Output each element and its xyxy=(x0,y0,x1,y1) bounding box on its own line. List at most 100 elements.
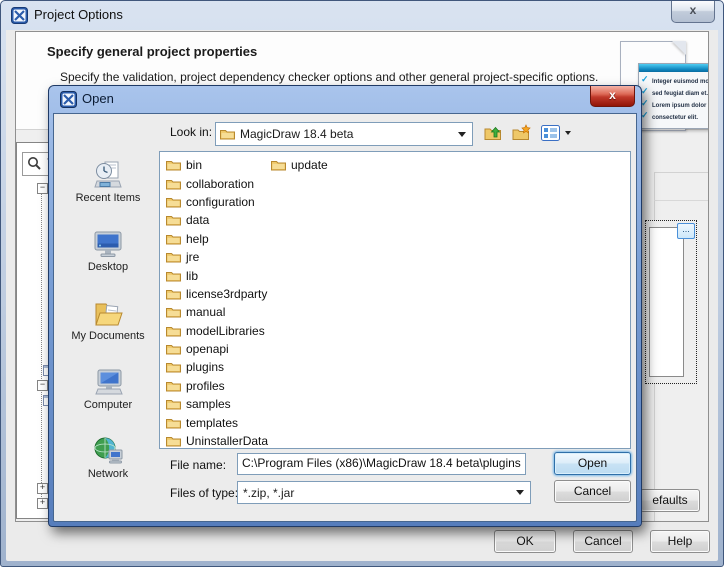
folder-icon xyxy=(166,271,181,282)
folder-item[interactable]: configuration xyxy=(163,193,258,211)
ok-button[interactable]: OK xyxy=(494,530,556,553)
file-name-input[interactable]: C:\Program Files (x86)\MagicDraw 18.4 be… xyxy=(237,453,526,475)
folder-item[interactable]: data xyxy=(163,211,212,229)
browse-ellipsis-button[interactable]: ... xyxy=(677,223,695,239)
folder-item[interactable]: openapi xyxy=(163,340,232,358)
folder-icon xyxy=(166,197,181,208)
sidebar-item-recent-items[interactable]: Recent Items xyxy=(60,150,156,219)
files-of-type-combobox[interactable]: *.zip, *.jar xyxy=(237,481,531,504)
look-in-label: Look in: xyxy=(170,125,213,139)
sidebar-item-desktop[interactable]: Desktop xyxy=(60,219,156,288)
chevron-down-icon xyxy=(516,490,524,495)
magicdraw-app-icon xyxy=(11,7,28,24)
folder-item[interactable]: lib xyxy=(163,266,201,284)
project-options-titlebar[interactable]: Project Options x xyxy=(1,1,723,30)
reset-to-defaults-button[interactable]: efaults xyxy=(640,489,700,512)
checklist-row: ✓ Integer euismod mollis xyxy=(641,74,709,85)
folder-icon xyxy=(166,326,181,337)
checklist-row: ✓ sed feugiat diam et. xyxy=(641,86,709,97)
folder-icon xyxy=(166,234,181,245)
check-icon: ✓ xyxy=(641,98,649,108)
folder-icon xyxy=(166,216,181,226)
folder-icon xyxy=(271,161,286,171)
up-one-level-button[interactable] xyxy=(483,122,505,144)
folder-item[interactable]: UninstallerData xyxy=(163,432,271,448)
dialog-button-row: OK Cancel Help xyxy=(494,530,710,553)
checklist-header-bar xyxy=(639,64,708,72)
window-title: Project Options xyxy=(34,7,123,22)
property-editor-field[interactable] xyxy=(649,227,684,377)
open-dialog-close-button[interactable]: x xyxy=(590,86,635,107)
desktop-icon xyxy=(94,231,122,257)
folder-icon xyxy=(166,418,181,429)
folder-item[interactable]: manual xyxy=(163,303,228,321)
open-dialog-title: Open xyxy=(82,91,114,106)
property-editor-cell: ... xyxy=(645,220,697,384)
files-of-type-label: Files of type: xyxy=(170,486,239,500)
open-dialog-window: Open x Look in: MagicDraw 18.4 beta Rece… xyxy=(48,85,642,527)
sidebar-item-computer[interactable]: Computer xyxy=(60,357,156,426)
tree-collapse-toggle[interactable]: − xyxy=(37,380,48,391)
view-menu-dropdown-arrow[interactable] xyxy=(565,131,571,135)
folder-item[interactable]: help xyxy=(163,230,212,248)
magicdraw-app-icon xyxy=(60,91,77,108)
folder-list[interactable]: bin collaboration configuration data hel… xyxy=(159,151,631,449)
help-button[interactable]: Help xyxy=(650,530,710,553)
folder-item[interactable]: profiles xyxy=(163,377,228,395)
folder-item[interactable]: bin xyxy=(163,156,205,174)
folder-icon xyxy=(166,253,181,263)
folder-item[interactable]: jre xyxy=(163,248,202,266)
folder-icon xyxy=(220,130,235,140)
folder-icon xyxy=(166,381,181,392)
open-button[interactable]: Open xyxy=(554,452,631,475)
look-in-value: MagicDraw 18.4 beta xyxy=(240,127,354,141)
check-icon: ✓ xyxy=(641,74,649,84)
options-group-divider xyxy=(654,200,708,201)
search-icon xyxy=(28,157,41,170)
folder-icon xyxy=(166,363,181,373)
chevron-down-icon xyxy=(458,131,466,137)
folder-item[interactable]: update xyxy=(268,156,331,174)
open-dialog-content: Look in: MagicDraw 18.4 beta Recent Item… xyxy=(53,113,637,522)
sidebar-item-my-documents[interactable]: My Documents xyxy=(60,288,156,357)
network-icon xyxy=(94,437,123,464)
new-folder-button[interactable] xyxy=(511,122,533,144)
folder-list-column-1: bin collaboration configuration data hel… xyxy=(163,156,271,448)
open-dialog-cancel-button[interactable]: Cancel xyxy=(554,480,631,503)
folder-item[interactable]: templates xyxy=(163,413,241,431)
folder-item[interactable]: license3rdparty xyxy=(163,285,270,303)
folder-icon xyxy=(166,289,181,300)
folder-icon xyxy=(166,400,181,410)
cancel-button[interactable]: Cancel xyxy=(573,530,633,553)
page-fold-corner xyxy=(672,41,686,55)
window-close-button[interactable]: x xyxy=(671,1,715,23)
open-dialog-titlebar[interactable]: Open x xyxy=(49,86,641,113)
page-subtitle: Specify the validation, project dependen… xyxy=(60,70,599,84)
tree-expand-toggle[interactable]: + xyxy=(37,498,48,509)
checklist-rows: ✓ Integer euismod mollis ✓ sed feugiat d… xyxy=(639,73,709,121)
folder-list-column-2: update xyxy=(268,156,331,174)
tree-connector-line xyxy=(41,187,42,507)
folder-icon xyxy=(166,308,181,318)
tree-collapse-toggle[interactable]: − xyxy=(37,183,48,194)
new-folder-icon xyxy=(512,124,531,140)
look-in-combobox[interactable]: MagicDraw 18.4 beta xyxy=(215,122,473,146)
tree-expand-toggle[interactable]: + xyxy=(37,483,48,494)
file-name-label: File name: xyxy=(170,458,227,472)
sidebar-item-network[interactable]: Network xyxy=(60,426,156,495)
folder-icon xyxy=(166,161,181,171)
folder-item[interactable]: samples xyxy=(163,395,234,413)
folder-item[interactable]: plugins xyxy=(163,358,227,376)
folder-icon xyxy=(166,437,181,447)
folder-item[interactable]: modelLibraries xyxy=(163,322,268,340)
view-menu-button[interactable] xyxy=(539,122,561,144)
check-icon: ✓ xyxy=(641,110,649,120)
folder-item[interactable]: collaboration xyxy=(163,174,257,192)
up-one-level-icon xyxy=(484,126,501,140)
checklist-row: ✓ consectetur elit. xyxy=(641,110,699,121)
page-title: Specify general project properties xyxy=(47,44,258,59)
places-sidebar: Recent Items Desktop My Documents Comput… xyxy=(60,150,156,508)
checklist-illustration: ✓ Integer euismod mollis ✓ sed feugiat d… xyxy=(638,63,709,129)
folder-icon xyxy=(166,179,181,190)
checklist-row: ✓ Lorem ipsum dolor xyxy=(641,98,707,109)
